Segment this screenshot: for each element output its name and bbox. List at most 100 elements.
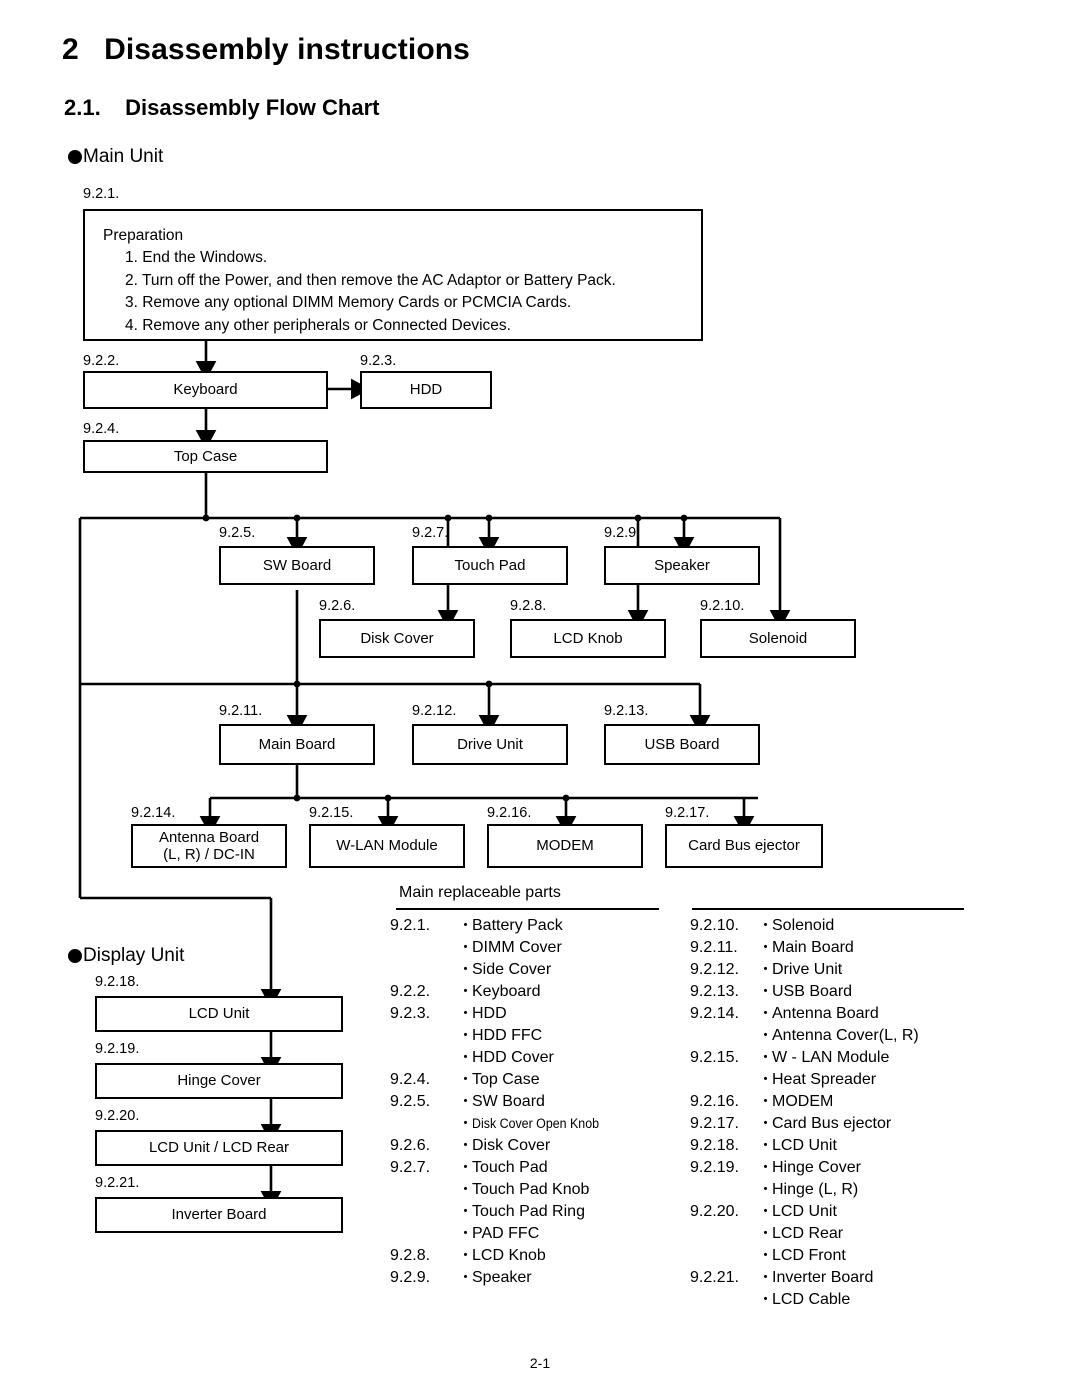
tag-lcd-knob: 9.2.8.: [510, 598, 547, 614]
parts-list-row: ・ LCD Rear: [690, 1222, 919, 1244]
parts-list-number: 9.2.4.: [390, 1071, 431, 1088]
parts-list-bullet-icon: ・: [758, 1181, 774, 1198]
parts-list-bullet-icon: ・: [458, 1049, 474, 1066]
parts-list-row: ・ Touch Pad Ring: [390, 1200, 610, 1222]
box-solenoid[interactable]: Solenoid: [700, 619, 856, 658]
box-modem-label: MODEM: [536, 837, 594, 855]
parts-list-label: HDD FFC: [472, 1027, 543, 1044]
parts-list-bullet-icon: ・: [758, 1071, 774, 1088]
page-title: 2 Disassembly instructions: [62, 33, 470, 67]
parts-list-bullet-icon: ・: [758, 939, 774, 956]
box-keyboard-label: Keyboard: [173, 381, 238, 399]
box-modem[interactable]: MODEM: [487, 824, 643, 868]
box-wlan-module[interactable]: W-LAN Module: [309, 824, 465, 868]
parts-list-label: LCD Front: [772, 1247, 846, 1264]
box-sw-board[interactable]: SW Board: [219, 546, 375, 585]
parts-list-row: ・ HDD Cover: [390, 1046, 610, 1068]
box-lcd-knob-label: LCD Knob: [553, 629, 623, 647]
parts-list-bullet-icon: ・: [458, 1005, 474, 1022]
preparation-heading: Preparation: [103, 227, 184, 244]
parts-list-number: 9.2.19.: [690, 1159, 739, 1176]
box-lcd-knob[interactable]: LCD Knob: [510, 619, 666, 658]
parts-list-row: 9.2.7. ・ Touch Pad: [390, 1156, 610, 1178]
parts-list-row: 9.2.21. ・ Inverter Board: [690, 1266, 919, 1288]
box-disk-cover-label: Disk Cover: [360, 629, 434, 647]
tag-wlan-module: 9.2.15.: [309, 805, 354, 821]
box-top-case[interactable]: Top Case: [83, 440, 328, 473]
parts-list-row: ・ LCD Cable: [690, 1288, 919, 1310]
parts-list-bullet-icon: ・: [458, 961, 474, 978]
parts-list-number: 9.2.15.: [690, 1049, 739, 1066]
parts-list-bullet-icon: ・: [458, 983, 474, 1000]
box-speaker[interactable]: Speaker: [604, 546, 760, 585]
box-antenna-board[interactable]: Antenna Board (L, R) / DC-IN: [131, 824, 287, 868]
parts-list-row: 9.2.14. ・ Antenna Board: [690, 1002, 919, 1024]
box-drive-unit[interactable]: Drive Unit: [412, 724, 568, 765]
parts-list-row: ・ Side Cover: [390, 958, 610, 980]
parts-list-label: SW Board: [472, 1093, 545, 1110]
box-speaker-label: Speaker: [654, 556, 710, 574]
box-disk-cover[interactable]: Disk Cover: [319, 619, 475, 658]
box-usb-board[interactable]: USB Board: [604, 724, 760, 765]
section-number: 2.1.: [64, 95, 101, 120]
parts-list-label: Touch Pad Knob: [472, 1181, 590, 1198]
box-drive-unit-label: Drive Unit: [457, 735, 523, 753]
parts-list-bullet-icon: ・: [458, 1203, 474, 1220]
parts-list-bullet-icon: ・: [458, 1071, 474, 1088]
box-solenoid-label: Solenoid: [748, 629, 808, 647]
box-usb-board-label: USB Board: [644, 735, 720, 753]
parts-list-label: HDD: [472, 1005, 507, 1022]
parts-list-bullet-icon: ・: [758, 1291, 774, 1308]
parts-list-number: 9.2.17.: [690, 1115, 739, 1132]
parts-list-row: 9.2.15. ・ W - LAN Module: [690, 1046, 919, 1068]
parts-list-label: Antenna Board: [772, 1005, 879, 1022]
parts-list-number: 9.2.10.: [690, 917, 739, 934]
box-hdd[interactable]: HDD: [360, 371, 492, 409]
box-inverter-board[interactable]: Inverter Board: [95, 1197, 343, 1233]
tag-modem: 9.2.16.: [487, 805, 532, 821]
box-wlan-module-label: W-LAN Module: [336, 837, 438, 855]
box-antenna-board-label-line2: (L, R) / DC-IN: [163, 846, 255, 863]
parts-list-row: 9.2.2. ・ Keyboard: [390, 980, 610, 1002]
preparation-step: 2. Turn off the Power, and then remove t…: [125, 271, 616, 289]
section-heading: 2.1. Disassembly Flow Chart: [64, 95, 379, 121]
box-card-bus-ejector[interactable]: Card Bus ejector: [665, 824, 823, 868]
parts-list-row: 9.2.19. ・ Hinge Cover: [690, 1156, 919, 1178]
parts-list-row: 9.2.5. ・ SW Board: [390, 1090, 610, 1112]
tag-speaker: 9.2.9.: [604, 525, 641, 541]
parts-list-bullet-icon: ・: [758, 1159, 774, 1176]
parts-list-number: 9.2.21.: [690, 1269, 739, 1286]
box-touch-pad[interactable]: Touch Pad: [412, 546, 568, 585]
parts-list-label: LCD Unit: [772, 1137, 837, 1154]
tag-hinge-cover: 9.2.19.: [95, 1041, 140, 1057]
document-page: 2 Disassembly instructions 2.1. Disassem…: [0, 0, 1080, 1397]
tag-inverter-board: 9.2.21.: [95, 1175, 140, 1191]
parts-list-row: 9.2.8. ・ LCD Knob: [390, 1244, 610, 1266]
box-lcd-unit-rear-label: LCD Unit / LCD Rear: [148, 1139, 290, 1157]
parts-list-bullet-icon: ・: [458, 1225, 474, 1242]
chapter-title: Disassembly instructions: [104, 33, 470, 66]
parts-list-number: 9.2.8.: [390, 1247, 431, 1264]
parts-list-row: 9.2.20. ・ LCD Unit: [690, 1200, 919, 1222]
tag-solenoid: 9.2.10.: [700, 598, 745, 614]
parts-list-bullet-icon: ・: [758, 1137, 774, 1154]
box-lcd-unit[interactable]: LCD Unit: [95, 996, 343, 1032]
tag-top-case: 9.2.4.: [83, 421, 120, 437]
parts-list-bullet-icon: ・: [458, 1027, 474, 1044]
bullet-icon: [68, 949, 82, 963]
box-hinge-cover[interactable]: Hinge Cover: [95, 1063, 343, 1099]
parts-list-number: 9.2.6.: [390, 1137, 431, 1154]
parts-list-bullet-icon: ・: [758, 1115, 774, 1132]
tag-hdd: 9.2.3.: [360, 353, 397, 369]
parts-list-label: Disk Cover: [472, 1137, 551, 1154]
parts-list-label: LCD Cable: [772, 1291, 851, 1308]
preparation-step: 3. Remove any optional DIMM Memory Cards…: [125, 294, 572, 312]
tag-main-board: 9.2.11.: [219, 703, 263, 719]
box-lcd-unit-rear[interactable]: LCD Unit / LCD Rear: [95, 1130, 343, 1166]
parts-list-bullet-icon: ・: [758, 1269, 774, 1286]
parts-list-label: Side Cover: [472, 961, 552, 978]
parts-list-bullet-icon: ・: [758, 1049, 774, 1066]
box-keyboard[interactable]: Keyboard: [83, 371, 328, 409]
box-main-board[interactable]: Main Board: [219, 724, 375, 765]
tag-usb-board: 9.2.13.: [604, 703, 649, 719]
